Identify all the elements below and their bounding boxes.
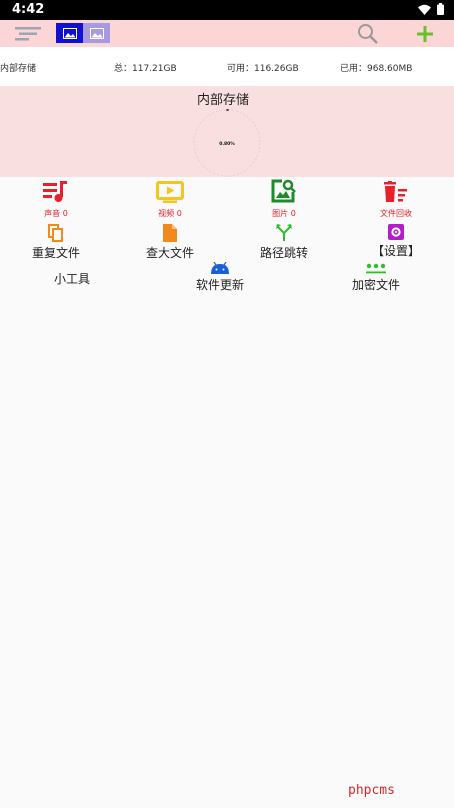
tool-settings-label: 【设置】 (371, 244, 420, 258)
tool-settings[interactable]: 【设置】 (341, 224, 451, 259)
watermark: phpcms (348, 783, 395, 798)
tool-encrypt-files[interactable]: 加密文件 (321, 262, 431, 293)
category-recycle-bin[interactable]: 文件回收 (356, 181, 436, 219)
status-time: 4:42 (12, 2, 45, 17)
copy-icon (48, 224, 63, 242)
music-list-icon (43, 181, 67, 202)
settings-gear-icon (388, 224, 404, 240)
tool-software-update[interactable]: 软件更新 (165, 262, 275, 293)
password-dots-icon (366, 263, 386, 274)
category-audio-label: 声音 0 (44, 209, 68, 218)
battery-icon (437, 3, 444, 15)
category-audio[interactable]: 声音 0 (16, 181, 96, 219)
add-button[interactable] (414, 23, 436, 45)
category-video[interactable]: 视频 0 (130, 181, 210, 219)
recycle-bin-icon (384, 181, 407, 202)
tool-path-jump-label: 路径跳转 (259, 246, 308, 260)
file-icon (163, 224, 177, 242)
storage-usage-percent: 0.80% (219, 141, 235, 147)
search-icon (358, 23, 378, 44)
status-icons (418, 3, 444, 15)
storage-total: 总：117.21GB (114, 64, 177, 74)
tool-encrypt-files-label: 加密文件 (351, 278, 400, 292)
add-icon (417, 26, 433, 42)
android-icon (211, 262, 229, 274)
category-images-label: 图片 0 (272, 209, 296, 218)
menu-button[interactable] (14, 24, 42, 43)
toolbar (0, 20, 454, 47)
image-view-alt-icon (89, 27, 104, 39)
category-video-label: 视频 0 (158, 209, 182, 218)
view-list-button[interactable] (83, 23, 110, 43)
category-images[interactable]: 图片 0 (244, 179, 324, 219)
tool-duplicate-files-label: 重复文件 (31, 246, 80, 260)
tool-utilities[interactable]: 小工具 (17, 270, 127, 287)
storage-available: 可用：116.26GB (227, 64, 299, 74)
menu-icon (15, 26, 41, 40)
tool-path-jump[interactable]: 路径跳转 (229, 224, 339, 261)
wifi-icon (418, 4, 431, 15)
storage-panel[interactable]: 内部存储 0.80% (0, 86, 454, 177)
category-recycle-bin-label: 文件回收 (380, 209, 412, 218)
tool-duplicate-files[interactable]: 重复文件 (1, 224, 111, 261)
storage-name: 内部存储 (0, 64, 37, 74)
storage-used: 已用：968.60MB (340, 64, 413, 74)
image-search-icon (271, 179, 296, 203)
storage-usage-ring: 0.80% (193, 109, 261, 177)
storage-summary-row[interactable]: 内部存储 总：117.21GB 可用：116.26GB 已用：968.60MB (0, 47, 454, 86)
video-icon (156, 181, 184, 203)
search-button[interactable] (356, 22, 380, 45)
status-bar: 4:42 (0, 0, 454, 20)
tool-large-files[interactable]: 查大文件 (115, 224, 225, 261)
view-grid-button[interactable] (56, 23, 83, 43)
tool-large-files-label: 查大文件 (145, 246, 194, 260)
image-view-icon (62, 27, 77, 39)
fork-icon (276, 224, 292, 241)
tool-software-update-label: 软件更新 (195, 278, 244, 292)
tool-utilities-label: 小工具 (53, 272, 90, 286)
